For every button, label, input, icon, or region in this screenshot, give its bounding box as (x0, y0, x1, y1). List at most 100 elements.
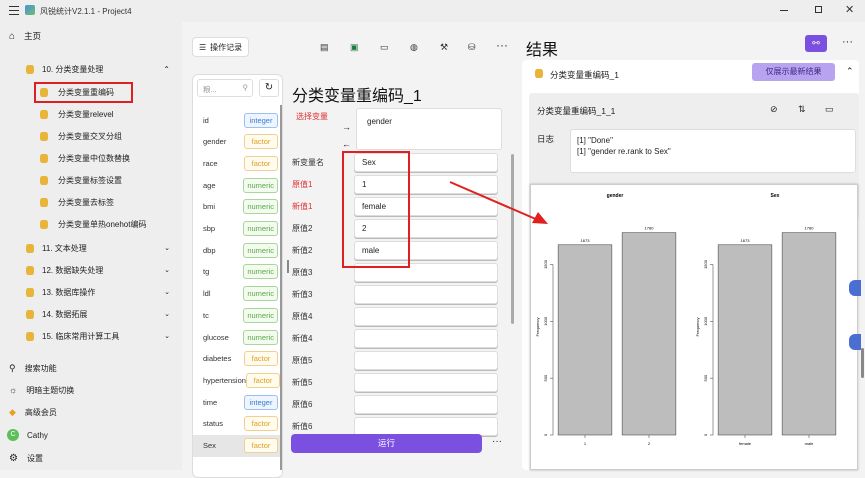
results-more-icon[interactable]: ··· (842, 36, 853, 48)
chevron-down-icon[interactable]: ⌄ (164, 244, 170, 252)
y-tick-label: 1500 (703, 259, 708, 269)
sidebar-item-user[interactable]: C Cathy (7, 425, 48, 445)
data-view-icon[interactable]: ◍ (410, 42, 418, 53)
sidebar-item-home[interactable]: ⌂ 主页 (9, 26, 41, 46)
selected-variable-box[interactable]: gender (356, 108, 502, 150)
sidebar-item-label: Cathy (27, 430, 48, 440)
variable-row[interactable]: tc numeric (193, 304, 281, 326)
tools-icon[interactable]: ⚒ (440, 42, 448, 53)
app-logo-icon (25, 5, 35, 15)
sidebar-section-categorical[interactable]: 10. 分类变量处理 ⌃ (26, 59, 174, 79)
variable-name: time (203, 397, 218, 407)
variable-row[interactable]: glucose numeric (193, 326, 281, 348)
variable-row[interactable]: tg numeric (193, 261, 281, 283)
selected-variable: gender (367, 117, 392, 126)
chevron-down-icon[interactable]: ⌄ (164, 310, 170, 318)
hide-icon[interactable]: ⊘ (770, 104, 778, 115)
latest-only-button[interactable]: 仅展示最新结果 (752, 63, 835, 81)
middle-pane: ☰ 操作记录 ▤ ▣ ▭ ◍ ⚒ ⛁ ··· 粮... ⚲ ↻ id intege… (182, 22, 516, 478)
sidebar-item-vip[interactable]: ◆ 高级会员 (9, 402, 57, 422)
chevron-up-icon[interactable]: ⌃ (163, 65, 170, 74)
arrow-right-icon[interactable]: → (342, 122, 351, 132)
refresh-button[interactable]: ↻ (259, 79, 279, 97)
window-title: 风锐统计V2.1.1 - Project4 (40, 7, 132, 16)
sidebar-group[interactable]: 11. 文本处理 ⌄ (26, 238, 174, 258)
recode-field-row: 新值3 (280, 285, 510, 305)
variable-row[interactable]: id integer (193, 109, 281, 131)
annotation-arrow-line (449, 181, 539, 221)
right-scrollbar[interactable] (861, 348, 864, 378)
variable-name: tg (203, 267, 210, 277)
latest-only-label: 仅展示最新结果 (765, 67, 822, 76)
sidebar-item-theme[interactable]: ☼ 明暗主题切换 (9, 380, 74, 400)
variable-name: status (203, 419, 224, 429)
sidebar-item-label: 搜索功能 (24, 363, 57, 373)
float-button[interactable] (849, 280, 861, 296)
sidebar-subitem[interactable]: 分类变量relevel (40, 104, 114, 124)
sidebar-subitem[interactable]: 分类变量单热onehot编码 (40, 214, 146, 234)
sidebar-group[interactable]: 14. 数据拓展 ⌄ (26, 304, 174, 324)
sidebar-item-label: 分类变量交叉分组 (58, 131, 122, 141)
variable-type-badge: factor (244, 416, 278, 432)
toggle-view-button[interactable]: ⚯ (805, 35, 827, 52)
sidebar-group[interactable]: 15. 临床常用计算工具 ⌄ (26, 326, 174, 346)
float-button[interactable] (849, 334, 861, 350)
minimize-icon[interactable] (780, 10, 788, 11)
sort-icon[interactable]: ⇅ (798, 104, 806, 115)
sidebar-item-settings[interactable]: ⚙ 设置 (9, 448, 43, 468)
maximize-icon[interactable] (815, 6, 822, 13)
field-input[interactable] (354, 307, 498, 326)
menu-icon[interactable] (9, 6, 19, 15)
sidebar-subitem[interactable]: 分类变量交叉分组 (40, 126, 122, 146)
variable-row[interactable]: Sex factor (193, 434, 281, 457)
operation-log-button[interactable]: ☰ 操作记录 (192, 37, 249, 57)
operation-log-label: 操作记录 (210, 42, 243, 52)
more-icon[interactable]: ··· (496, 38, 508, 52)
sidebar-subitem[interactable]: 分类变量中位数替换 (40, 148, 130, 168)
close-icon[interactable]: ✕ (845, 3, 854, 16)
variable-row[interactable]: sbp numeric (193, 218, 281, 240)
variable-row[interactable]: gender factor (193, 131, 281, 153)
recode-field-row: 原值6 (280, 395, 510, 415)
field-input[interactable] (354, 395, 498, 414)
variable-row[interactable]: ldl numeric (193, 283, 281, 305)
variable-row[interactable]: race factor (193, 152, 281, 174)
chevron-down-icon[interactable]: ⌄ (164, 288, 170, 296)
variable-search-input[interactable]: 粮... ⚲ (197, 79, 253, 97)
x-tick-label: 1 (584, 441, 587, 446)
database-toolbar-icon[interactable]: ⛁ (468, 42, 476, 53)
variable-row[interactable]: time integer (193, 391, 281, 413)
recode-field-row: 新值5 (280, 373, 510, 393)
sidebar-group[interactable]: 13. 数据库操作 ⌄ (26, 282, 174, 302)
variable-row[interactable]: status factor (193, 413, 281, 435)
chevron-down-icon[interactable]: ⌄ (164, 266, 170, 274)
sidebar-item-search[interactable]: ⚲ 搜索功能 (9, 358, 57, 378)
select-variable-label: 选择变量 (296, 112, 328, 121)
recode-field-row: 原值5 (280, 351, 510, 371)
excel-icon[interactable]: ▣ (350, 42, 359, 53)
field-input[interactable] (354, 373, 498, 392)
sidebar-item-label: 主页 (24, 31, 42, 41)
variable-row[interactable]: age numeric (193, 174, 281, 196)
chevron-down-icon[interactable]: ⌄ (164, 332, 170, 340)
variable-row[interactable]: dbp numeric (193, 239, 281, 261)
field-label: 新值5 (292, 378, 313, 387)
import-icon[interactable]: ▤ (320, 42, 329, 53)
sidebar-group[interactable]: 12. 数据缺失处理 ⌄ (26, 260, 174, 280)
arrow-left-icon[interactable]: ← (342, 139, 351, 149)
field-input[interactable] (354, 285, 498, 304)
variable-type-badge: numeric (243, 242, 278, 258)
field-input[interactable] (354, 329, 498, 348)
run-button[interactable]: 运行 (291, 434, 482, 453)
folder-icon[interactable]: ▭ (825, 104, 834, 115)
run-more-icon[interactable]: ··· (492, 436, 502, 447)
save-icon[interactable]: ▭ (380, 42, 389, 53)
sidebar-subitem[interactable]: 分类变量标签设置 (40, 170, 122, 190)
variable-row[interactable]: bmi numeric (193, 196, 281, 218)
collapse-icon[interactable]: ⌃ (846, 66, 854, 77)
sidebar-subitem[interactable]: 分类变量去标签 (40, 192, 114, 212)
variable-row[interactable]: diabetes factor (193, 348, 281, 370)
y-tick-label: 0 (543, 433, 548, 436)
variable-row[interactable]: hypertension factor (193, 369, 281, 391)
field-input[interactable] (354, 351, 498, 370)
